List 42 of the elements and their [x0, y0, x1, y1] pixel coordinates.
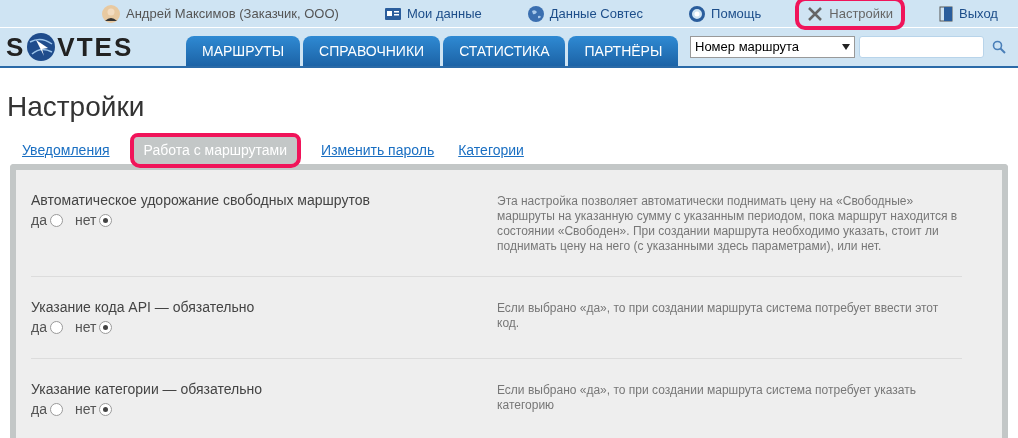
lifebuoy-icon [689, 5, 706, 22]
option-label: да [31, 319, 47, 336]
option-label: да [31, 212, 47, 229]
nav-tab[interactable]: ПАРТНЁРЫ [568, 36, 679, 66]
door-icon [939, 5, 954, 22]
page-title: Настройки [7, 90, 146, 124]
search-field[interactable] [859, 36, 984, 58]
nav-tab[interactable]: МАРШРУТЫ [186, 36, 301, 66]
search-icon[interactable] [992, 40, 1006, 54]
radio-button[interactable] [99, 321, 113, 334]
setting-description: Если выбрано «да», то при создании маршрута система потребует указать категорию [497, 383, 918, 414]
radio-button[interactable] [99, 403, 113, 416]
globe-icon [527, 5, 544, 22]
logo: S VTES [6, 30, 135, 64]
nav-tab[interactable]: СПРАВОЧНИКИ [303, 36, 441, 66]
setting-label: Автоматическое удорожание свободных маршрутов [31, 192, 371, 209]
setting-label: Указание категории — обязательно [31, 381, 264, 398]
settings-tab[interactable]: Уведомления [22, 139, 110, 161]
setting-description: Если выбрано «да», то при создании маршрута система потребует ввести этот код. [497, 301, 940, 332]
radio-button[interactable] [49, 214, 63, 227]
search-type-select[interactable]: Номер маршрута [690, 36, 855, 58]
caret-icon [842, 44, 850, 50]
radio-button[interactable] [99, 214, 113, 227]
id-card-icon [384, 7, 401, 20]
user-link[interactable]: Андрей Максимов (Заказчик, ООО) [94, 0, 347, 27]
top-link[interactable]: Мои данные [376, 0, 490, 27]
setting-label: Указание кода API — обязательно [31, 299, 256, 316]
nav-tab[interactable]: СТАТИСТИКА [443, 36, 566, 66]
option-label: нет [74, 401, 97, 418]
setting-description: Эта настройка позволяет автоматически поднимать цену на «Свободные» маршруты на указанную сумму с указанным периодом, пока маршрут находится в состоянии «Свободен». При создании маршрута необходимо указать, стоит ли поднимать цену на него (с указанными здесь параметрами), или нет. [497, 194, 959, 254]
avatar-icon [102, 4, 120, 23]
top-link[interactable]: Выход [931, 0, 1006, 27]
top-link[interactable]: Настройки [799, 0, 902, 27]
option-label: нет [74, 212, 97, 229]
option-label: нет [74, 319, 97, 336]
settings-tab[interactable]: Категории [458, 139, 524, 161]
top-link[interactable]: Данные Совтес [519, 0, 652, 27]
radio-button[interactable] [49, 321, 63, 334]
option-label: да [31, 401, 47, 418]
settings-tab[interactable]: Изменить пароль [321, 139, 435, 161]
top-link[interactable]: Помощь [681, 0, 770, 27]
radio-button[interactable] [49, 403, 63, 416]
